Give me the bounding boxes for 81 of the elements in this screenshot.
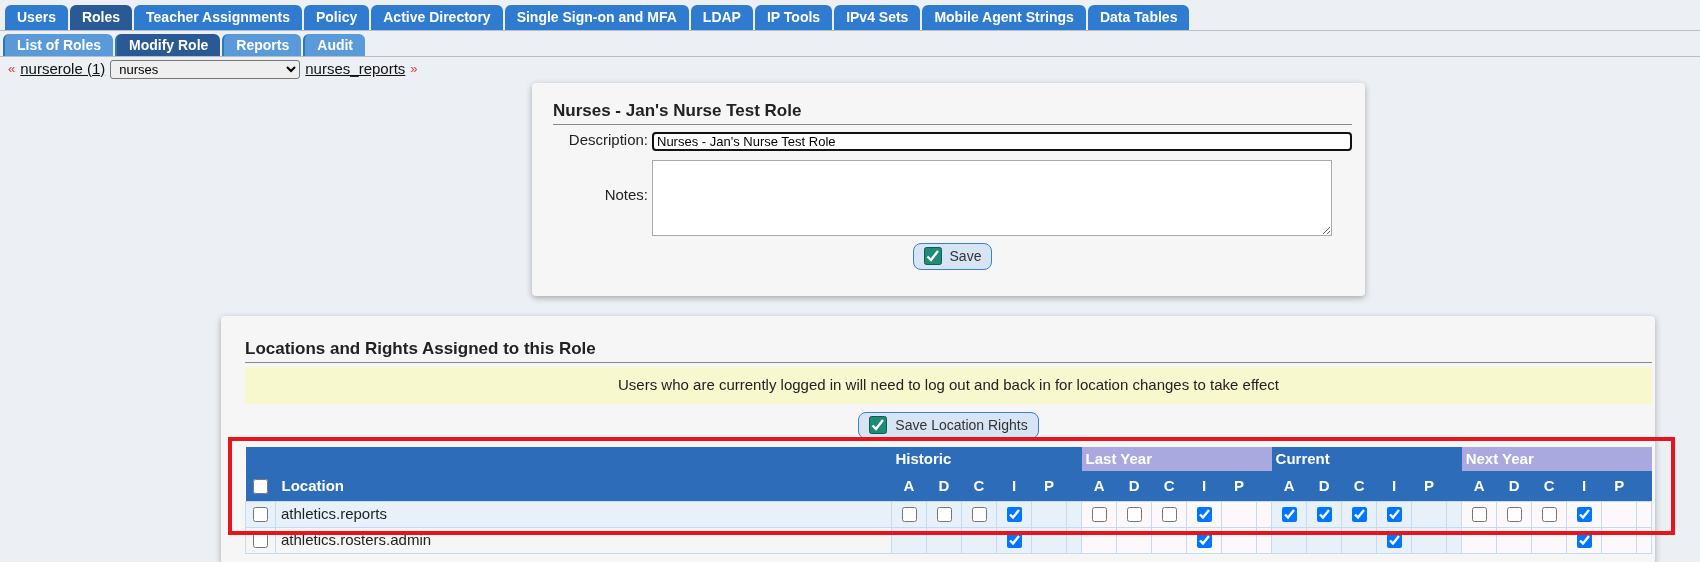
right-checkbox[interactable] <box>1576 533 1592 549</box>
right-checkbox[interactable] <box>936 507 952 523</box>
previous-link[interactable]: nurserole (1) <box>20 57 106 81</box>
tab[interactable]: Teacher Assignments <box>134 5 302 30</box>
right-checkbox[interactable] <box>1506 507 1522 523</box>
right-checkbox[interactable] <box>1386 533 1402 549</box>
notes-label: Notes: <box>603 185 649 206</box>
previous-marker: « <box>8 60 16 79</box>
right-checkbox[interactable] <box>1006 533 1022 549</box>
column-header: I <box>1582 476 1587 494</box>
column-header: C <box>1353 476 1365 494</box>
sub-tab[interactable]: Audit <box>303 34 366 56</box>
column-header: D <box>1508 476 1520 494</box>
description-field[interactable]: Nurses - Jan's Nurse Test Role <box>652 131 1352 151</box>
checkmark-icon <box>869 416 888 434</box>
tab[interactable]: Users <box>5 5 68 30</box>
period-header: Current <box>1271 447 1462 471</box>
right-checkbox[interactable] <box>1126 507 1142 523</box>
section-title: Locations and Rights Assigned to this Role <box>245 338 1652 363</box>
right-checkbox[interactable] <box>1281 507 1297 523</box>
checkmark-icon <box>923 247 942 265</box>
role-select[interactable]: nurses <box>110 59 301 79</box>
tab[interactable]: Policy <box>304 5 370 30</box>
column-header: Location <box>281 476 344 494</box>
save-button[interactable]: Save <box>912 242 993 270</box>
sub-tab[interactable]: Modify Role <box>115 34 221 56</box>
column-header: A <box>1093 476 1105 494</box>
column-header: P <box>1044 476 1054 494</box>
column-header: D <box>1318 476 1330 494</box>
next-marker: » <box>410 60 418 79</box>
location-name: athletics.reports <box>281 504 387 522</box>
right-checkbox[interactable] <box>901 507 917 523</box>
right-checkbox[interactable] <box>1471 507 1487 523</box>
tab[interactable]: IP Tools <box>754 5 833 30</box>
right-checkbox[interactable] <box>1161 507 1177 523</box>
right-checkbox[interactable] <box>1386 507 1402 523</box>
tab[interactable]: LDAP <box>690 5 753 30</box>
period-header: Next Year <box>1461 447 1652 471</box>
tab[interactable]: Data Tables <box>1087 5 1190 30</box>
column-header: A <box>1473 476 1485 494</box>
tab[interactable]: Mobile Agent Strings <box>922 5 1086 30</box>
column-header: P <box>1424 476 1435 494</box>
tab[interactable]: IPv4 Sets <box>834 5 921 30</box>
column-header: P <box>1234 476 1245 494</box>
save-location-rights-button[interactable]: Save Location Rights <box>858 411 1039 439</box>
right-checkbox[interactable] <box>1316 507 1332 523</box>
right-checkbox[interactable] <box>1541 507 1557 523</box>
location-name: athletics.rosters.admin <box>281 530 432 548</box>
column-header: C <box>1543 476 1555 494</box>
notice-banner: Users who are currently logged in will need to log out and back in for location changes to take effect <box>245 367 1652 404</box>
period-header: Historic <box>891 447 1082 471</box>
tab[interactable]: Roles <box>69 5 133 30</box>
row-checkbox[interactable] <box>253 507 268 523</box>
tab[interactable]: Single Sign-on and MFA <box>504 5 689 30</box>
right-checkbox[interactable] <box>1006 507 1022 523</box>
sub-tab[interactable]: Reports <box>222 34 302 56</box>
next-link[interactable]: nurses_reports <box>305 57 406 81</box>
sub-tab[interactable]: List of Roles <box>3 34 113 56</box>
right-checkbox[interactable] <box>1196 533 1212 549</box>
column-header: C <box>973 476 985 494</box>
column-header: P <box>1614 476 1625 494</box>
period-header: Last Year <box>1081 447 1272 471</box>
select-all-checkbox[interactable] <box>253 479 268 495</box>
column-header: A <box>1283 476 1295 494</box>
role-title: Nurses - Jan's Nurse Test Role <box>553 100 1352 125</box>
right-checkbox[interactable] <box>1196 507 1212 523</box>
row-checkbox[interactable] <box>253 533 268 549</box>
column-header: I <box>1011 476 1017 494</box>
column-header: A <box>903 476 915 494</box>
column-header: I <box>1201 476 1207 494</box>
notes-field[interactable] <box>652 159 1332 236</box>
right-checkbox[interactable] <box>1091 507 1107 523</box>
tab[interactable]: Active Directory <box>371 5 503 30</box>
description-label: Description: <box>567 130 649 150</box>
column-header: D <box>1128 476 1140 494</box>
column-header: I <box>1392 476 1397 494</box>
right-checkbox[interactable] <box>1351 507 1367 523</box>
column-header: C <box>1163 476 1175 494</box>
column-header: D <box>938 476 950 494</box>
right-checkbox[interactable] <box>971 507 987 523</box>
right-checkbox[interactable] <box>1576 507 1592 523</box>
